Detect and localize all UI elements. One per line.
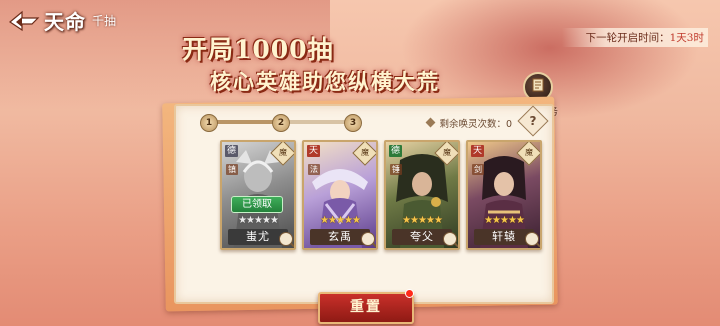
- magnifier-icon[interactable]: [525, 232, 539, 246]
- remaining-value: 0: [505, 119, 512, 130]
- hero-card-xuanyu[interactable]: 天 法 魔 ★★★★★ 玄禹: [302, 140, 378, 250]
- notification-dot: [405, 289, 414, 298]
- magnifier-icon[interactable]: [361, 232, 375, 246]
- progress-bar-fill: [208, 120, 280, 124]
- next-round-label: 下一轮开启时间：: [585, 32, 670, 44]
- faction-tag: 德: [389, 145, 402, 157]
- hero-card-xuanyuan[interactable]: 天 剑 魔 ★★★★★ 轩辕: [466, 140, 542, 250]
- progress-track: 1 2 3: [200, 114, 362, 132]
- star-rating: ★★★★★: [402, 215, 443, 226]
- magnifier-icon[interactable]: [443, 232, 457, 246]
- role-badge-text: 魔: [525, 148, 533, 157]
- event-logo: 天命 千抽: [8, 6, 116, 35]
- class-tag: 剑: [472, 164, 484, 175]
- remaining-label: 剩余唤灵次数：: [439, 119, 506, 130]
- role-badge-text: 魔: [443, 148, 451, 157]
- star-rating: ★★★★★: [238, 215, 279, 226]
- faction-tag: 天: [307, 145, 320, 157]
- hero-card-kuafu[interactable]: 德 锤 魔 ★★★★★ 夸父: [384, 140, 460, 250]
- remaining-summons: 剩余唤灵次数：0: [425, 116, 512, 130]
- claimed-badge: 已领取: [231, 196, 283, 213]
- logo-title: 天命: [44, 10, 86, 34]
- hero-card-chiyou[interactable]: 德 镇 魔 已领取 ★★★★★ 蚩尤: [220, 140, 296, 250]
- magnifier-icon[interactable]: [279, 232, 293, 246]
- diamond-bullet-icon: [425, 117, 436, 128]
- logo-emblem-icon: [8, 10, 40, 32]
- class-tag: 镇: [226, 164, 238, 175]
- role-badge-text: 魔: [361, 148, 369, 157]
- faction-tag: 德: [225, 145, 238, 157]
- progress-node-3: 3: [344, 114, 362, 132]
- headline-secondary: 核心英雄助您纵横大荒: [210, 69, 440, 94]
- class-tag: 锤: [390, 164, 402, 175]
- faction-tag: 天: [471, 145, 484, 157]
- help-icon: ?: [529, 114, 537, 128]
- role-badge-text: 魔: [279, 148, 287, 157]
- star-rating: ★★★★★: [484, 215, 525, 226]
- headline-primary: 开局1000抽: [182, 35, 334, 64]
- next-round-time: 1天3时: [669, 32, 704, 44]
- help-button[interactable]: ?: [517, 105, 549, 137]
- class-tag: 法: [308, 164, 320, 175]
- next-round-timer: 下一轮开启时间：1天3时: [561, 28, 708, 47]
- star-rating: ★★★★★: [320, 215, 361, 226]
- logo-subtitle: 千抽: [92, 14, 117, 28]
- reset-button[interactable]: 重置: [318, 292, 414, 324]
- progress-node-1: 1: [200, 114, 218, 132]
- card-panel: 1 2 3 剩余唤灵次数：0 ? 德 镇 魔 已领取 ★★★★★ 蚩尤 天 法 …: [174, 104, 554, 304]
- progress-node-2: 2: [272, 114, 290, 132]
